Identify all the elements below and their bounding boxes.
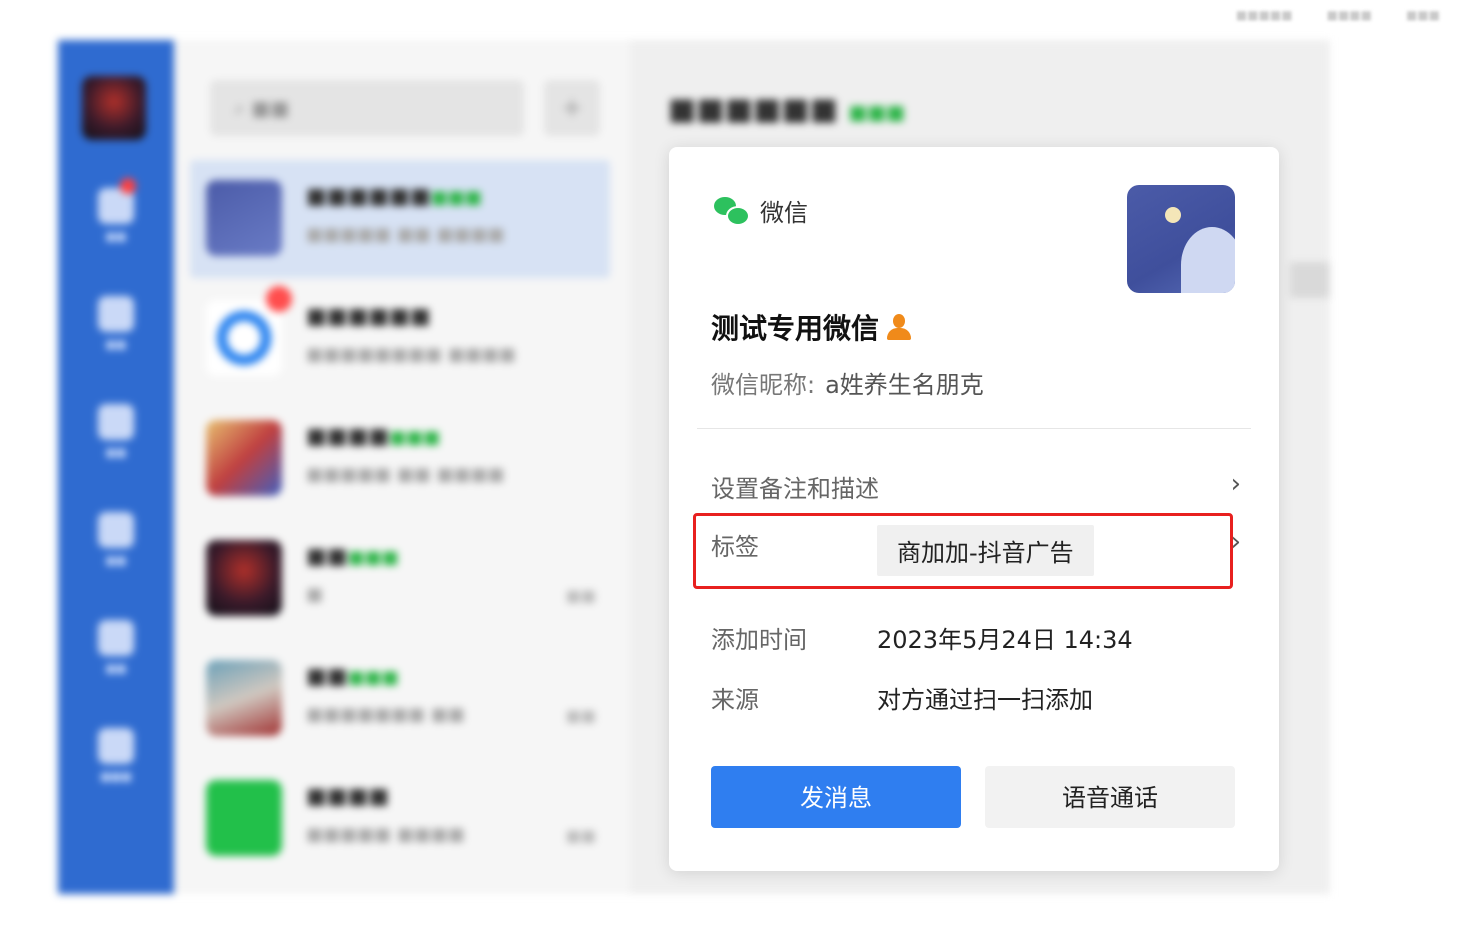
list-item[interactable]: ■■■■■■■ ■■■■■ ■■ ■■■■ xyxy=(190,400,610,518)
chevron-right-icon: › xyxy=(1230,527,1241,557)
divider xyxy=(697,428,1251,429)
source-label: 来源 xyxy=(711,686,759,714)
app-label: 微信 xyxy=(760,199,808,227)
avatar xyxy=(206,540,282,616)
doc-icon xyxy=(98,512,134,548)
tags-row[interactable]: 标签 商加加-抖音广告 › xyxy=(711,525,1241,576)
source-row: 来源 对方通过扫一扫添加 xyxy=(711,680,1241,715)
rail-item[interactable]: ■■ xyxy=(94,512,138,567)
nickname-value: a姓养生名朋克 xyxy=(825,371,984,399)
contacts-icon xyxy=(98,296,134,332)
top-link[interactable]: ■■■■ xyxy=(1327,8,1372,22)
rail-item-messages[interactable]: ■■ xyxy=(94,188,138,243)
added-time-value: 2023年5月24日 14:34 xyxy=(877,626,1133,654)
contact-name-text: 测试专用微信 xyxy=(711,312,880,345)
list-item[interactable]: ■■■■■ ■ ■■ xyxy=(190,520,610,638)
list-item[interactable]: ■■■■■■ ■■■■■■■■ ■■■■ xyxy=(190,280,610,398)
list-item[interactable]: ■■■■■ ■■■■■■■ ■■ ■■ xyxy=(190,640,610,758)
chat-title: ■■■■■■ ■■■ xyxy=(668,92,906,127)
nickname-row: 微信昵称: a姓养生名朋克 xyxy=(711,365,984,400)
rail-item[interactable]: ■■■ xyxy=(94,728,138,783)
avatar xyxy=(206,660,282,736)
top-link[interactable]: ■■■■■ xyxy=(1236,8,1293,22)
top-links: ■■■■■ ■■■■ ■■■ xyxy=(1236,8,1440,22)
list-item[interactable]: ■■■■■■■■■ ■■■■■ ■■ ■■■■ xyxy=(190,160,610,278)
contact-name: 测试专用微信 xyxy=(711,307,913,347)
top-link[interactable]: ■■■ xyxy=(1406,8,1440,22)
user-avatar[interactable] xyxy=(82,76,146,140)
list-item[interactable]: ■■■■ ■■■■■ ■■■■ ■■ xyxy=(190,760,610,878)
contact-profile-card: 微信 测试专用微信 微信昵称: a姓养生名朋克 设置备注和描述 › 标签 商加加-… xyxy=(669,147,1279,871)
rail-item[interactable]: ■■ xyxy=(94,296,138,351)
chevron-right-icon: › xyxy=(1230,469,1241,499)
nickname-label: 微信昵称: xyxy=(711,371,816,399)
nav-rail: ■■ ■■ ■■ ■■ ■■ ■■■ xyxy=(58,40,174,894)
wechat-icon xyxy=(714,196,750,226)
mail-icon xyxy=(98,620,134,656)
calendar-icon xyxy=(98,404,134,440)
remark-row[interactable]: 设置备注和描述 › xyxy=(711,469,1241,504)
added-time-label: 添加时间 xyxy=(711,626,807,654)
send-message-button[interactable]: 发消息 xyxy=(711,766,961,828)
conversation-list: ⌕ ■■ + ■■■■■■■■■ ■■■■■ ■■ ■■■■ ■■■■■■ ■■… xyxy=(174,40,630,894)
avatar xyxy=(206,420,282,496)
rail-item[interactable]: ■■ xyxy=(94,404,138,459)
rail-item[interactable]: ■■ xyxy=(94,620,138,675)
tags-label: 标签 xyxy=(711,533,759,561)
added-time-row: 添加时间 2023年5月24日 14:34 xyxy=(711,620,1241,655)
add-button[interactable]: + xyxy=(544,80,600,136)
grid-icon xyxy=(98,728,134,764)
unread-badge xyxy=(120,178,136,194)
avatar xyxy=(206,300,282,376)
unread-badge xyxy=(266,286,292,312)
app-source: 微信 xyxy=(714,193,808,228)
search-input[interactable]: ⌕ ■■ xyxy=(210,80,524,136)
tag-chip[interactable]: 商加加-抖音广告 xyxy=(877,525,1094,576)
contact-avatar[interactable] xyxy=(1127,185,1235,293)
avatar xyxy=(206,780,282,856)
person-icon xyxy=(885,312,913,342)
voice-call-button[interactable]: 语音通话 xyxy=(985,766,1235,828)
source-value: 对方通过扫一扫添加 xyxy=(877,686,1093,714)
avatar xyxy=(206,180,282,256)
remark-label: 设置备注和描述 xyxy=(711,475,879,503)
